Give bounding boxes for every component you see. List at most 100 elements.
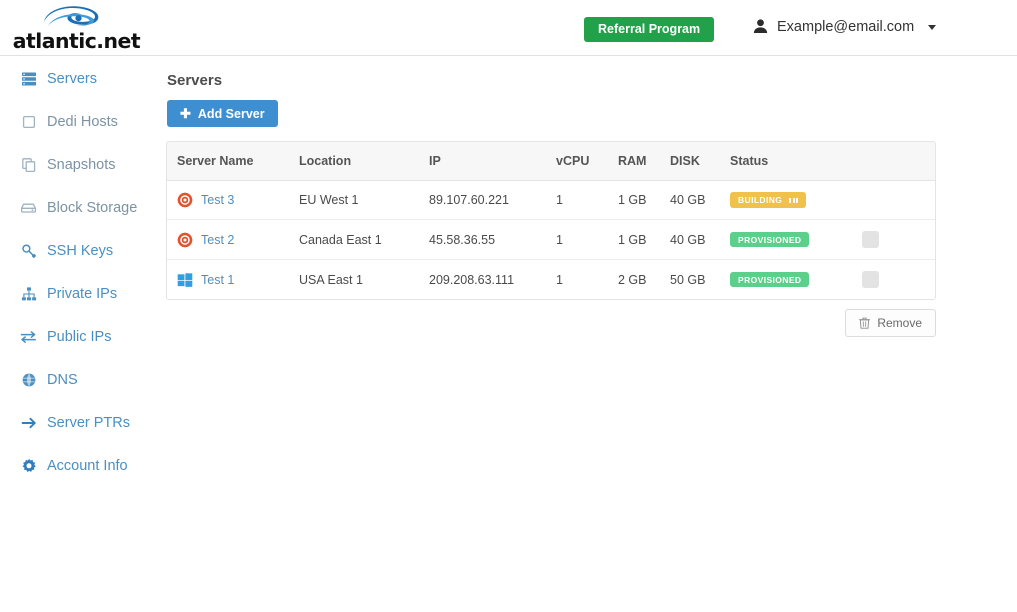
column-header-ram[interactable]: RAM — [618, 142, 670, 181]
server-name-link[interactable]: Test 2 — [201, 233, 234, 247]
sidebar-item-public-ips[interactable]: Public IPs — [0, 315, 165, 358]
table-body: Test 3 EU West 1 89.107.60.221 1 1 GB 40 GB BU… — [167, 180, 935, 300]
table-actions: Remove — [166, 309, 936, 337]
windows-icon — [177, 272, 193, 287]
loading-dots-icon — [789, 198, 799, 203]
sidebar-item-label: Snapshots — [47, 156, 116, 173]
cell-location: Canada East 1 — [299, 219, 429, 260]
cell-status: PROVISIONED — [730, 219, 860, 260]
table-header-row: Server Name Location IP vCPU RAM DISK St… — [167, 142, 935, 181]
key-icon — [20, 242, 37, 259]
row-checkbox[interactable] — [862, 271, 879, 288]
status-badge-label: BUILDING — [738, 195, 783, 206]
sidebar-item-account-info[interactable]: Account Info — [0, 444, 165, 487]
add-server-button[interactable]: ✚ Add Server — [167, 100, 278, 127]
sitemap-icon — [20, 285, 37, 302]
sidebar-item-label: Public IPs — [47, 328, 112, 345]
sidebar-item-label: Private IPs — [47, 285, 118, 302]
sidebar-item-dedi-hosts[interactable]: Dedi Hosts — [0, 100, 165, 143]
cell-select — [860, 219, 935, 260]
sidebar-item-label: Block Storage — [47, 199, 138, 216]
server-name-link[interactable]: Test 1 — [201, 273, 234, 287]
column-header-ip[interactable]: IP — [429, 142, 556, 181]
servers-table-card: Server Name Location IP vCPU RAM DISK St… — [166, 141, 936, 300]
cell-ip: 209.208.63.111 — [429, 272, 515, 287]
cell-select — [860, 180, 935, 220]
cell-server-name: Test 2 — [167, 219, 299, 260]
cell-location: USA East 1 — [299, 272, 363, 287]
cell-ram: 1 GB — [618, 180, 670, 220]
sidebar-nav: Servers Dedi Hosts Snapshots Block Stora… — [0, 57, 165, 487]
remove-label: Remove — [877, 316, 922, 330]
cell-server-name: Test 3 — [167, 180, 299, 220]
cell-vcpu: 1 — [556, 272, 563, 287]
cell-disk: 50 GB — [670, 272, 706, 287]
column-header-server-name[interactable]: Server Name — [167, 142, 299, 181]
servers-table: Server Name Location IP vCPU RAM DISK St… — [167, 142, 935, 300]
centos-icon — [177, 192, 193, 208]
server-icon — [20, 70, 37, 87]
cell-status: BUILDING — [730, 180, 860, 220]
table-row[interactable]: Test 3 EU West 1 89.107.60.221 1 1 GB 40 GB BU… — [167, 180, 935, 220]
plus-icon: ✚ — [180, 106, 191, 121]
table-head: Server Name Location IP vCPU RAM DISK St… — [167, 142, 935, 181]
cell-status: PROVISIONED — [730, 260, 860, 300]
column-header-status[interactable]: Status — [730, 142, 860, 181]
cell-server-name: Test 1 — [167, 260, 299, 300]
sidebar-item-label: DNS — [47, 371, 78, 388]
referral-program-button[interactable]: Referral Program — [584, 17, 715, 42]
cell-vcpu: 1 — [556, 219, 618, 260]
copy-icon — [20, 156, 37, 173]
column-header-disk[interactable]: DISK — [670, 142, 730, 181]
sidebar-item-server-ptrs[interactable]: Server PTRs — [0, 401, 165, 444]
sidebar-item-label: Account Info — [47, 457, 128, 474]
row-checkbox[interactable] — [862, 231, 879, 248]
account-menu[interactable]: Example@email.com — [752, 18, 937, 35]
brand-logo[interactable]: atlantic.net — [12, 2, 144, 54]
cell-disk: 40 GB — [670, 180, 730, 220]
sidebar-item-label: Servers — [47, 70, 97, 87]
status-badge-label: PROVISIONED — [738, 234, 802, 245]
sidebar-item-dns[interactable]: DNS — [0, 358, 165, 401]
sidebar-item-label: Server PTRs — [47, 414, 130, 431]
centos-icon — [177, 231, 193, 248]
gear-icon — [20, 457, 37, 474]
table-row[interactable]: Test 1 USA East 1 209.208.63.111 1 2 GB 50 GB… — [167, 260, 935, 300]
account-email: Example@email.com — [777, 18, 915, 35]
server-name-wrap: Test 1 — [177, 272, 299, 288]
chevron-down-icon — [928, 25, 937, 30]
brand-name: atlantic.net — [12, 29, 141, 53]
cell-ip: 89.107.60.221 — [429, 180, 556, 220]
sidebar-item-snapshots[interactable]: Snapshots — [0, 143, 165, 186]
table-row[interactable]: Test 2 Canada East 1 45.58.36.55 1 1 GB 40 GB… — [167, 219, 935, 260]
main-content: Servers ✚ Add Server Server Name Locatio… — [165, 57, 1017, 612]
cell-ram: 1 GB — [618, 219, 670, 260]
cell-location: EU West 1 — [299, 180, 429, 220]
remove-button[interactable]: Remove — [845, 309, 936, 337]
status-badge: BUILDING — [730, 192, 807, 208]
hdd-icon — [20, 199, 37, 216]
cell-disk: 40 GB — [670, 219, 730, 260]
column-header-location[interactable]: Location — [299, 142, 429, 181]
cell-select — [860, 260, 935, 300]
user-icon — [753, 19, 768, 33]
sidebar-item-private-ips[interactable]: Private IPs — [0, 272, 165, 315]
globe-icon — [20, 371, 37, 388]
sidebar-item-label: SSH Keys — [47, 242, 114, 259]
box-icon — [20, 113, 37, 130]
cell-vcpu: 1 — [556, 180, 618, 220]
arrow-right-icon — [20, 414, 37, 431]
server-name-wrap: Test 3 — [177, 192, 299, 208]
sidebar-item-servers[interactable]: Servers — [0, 57, 165, 100]
sidebar-item-block-storage[interactable]: Block Storage — [0, 186, 165, 229]
sidebar-item-ssh-keys[interactable]: SSH Keys — [0, 229, 165, 272]
server-name-link[interactable]: Test 3 — [201, 193, 234, 207]
cell-ip: 45.58.36.55 — [429, 219, 556, 260]
column-header-vcpu[interactable]: vCPU — [556, 142, 618, 181]
server-name-wrap: Test 2 — [177, 231, 299, 248]
swirl-icon — [44, 6, 99, 27]
exchange-icon — [20, 328, 37, 345]
sidebar-item-label: Dedi Hosts — [47, 113, 118, 130]
column-header-select — [860, 142, 935, 181]
add-server-label: Add Server — [197, 106, 265, 121]
